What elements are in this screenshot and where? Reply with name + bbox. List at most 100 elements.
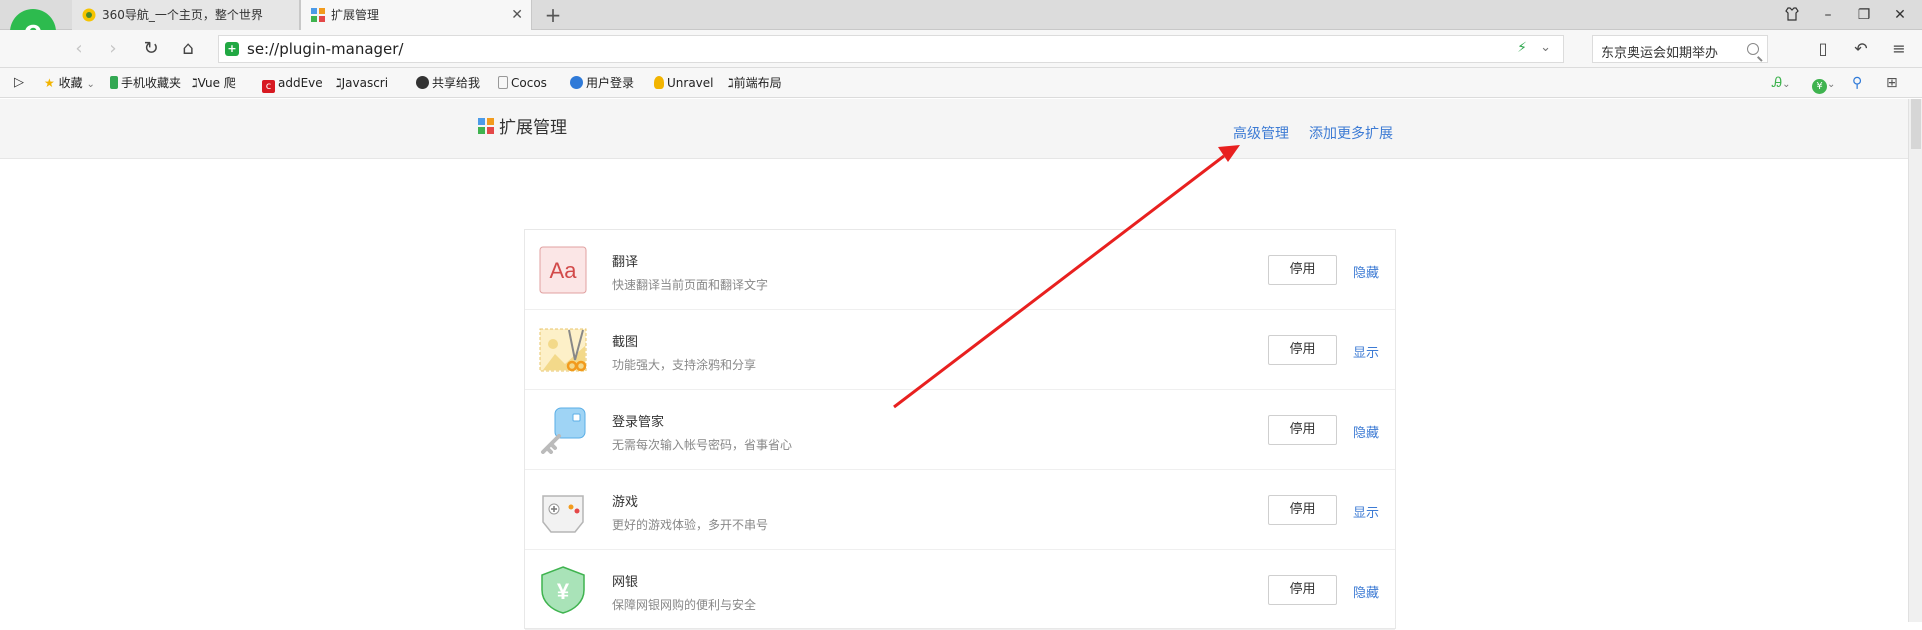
- bookmark-label: 前端布局: [733, 76, 782, 90]
- search-ext-icon[interactable]: ⚲: [1852, 68, 1862, 98]
- extension-row-login-manager: 登录管家 无需每次输入帐号密码，省事省心 停用 隐藏: [525, 390, 1395, 470]
- translate-ext-icon[interactable]: Ꭿ⌄: [1772, 68, 1791, 98]
- home-icon[interactable]: ⌂: [173, 30, 203, 68]
- shield-yen-icon: ¥: [541, 566, 585, 614]
- vertical-scrollbar[interactable]: [1908, 99, 1922, 622]
- page-title: 扩展管理: [499, 118, 567, 138]
- apps-grid-icon[interactable]: ⊞: [1886, 68, 1898, 98]
- bulb-icon: [654, 76, 664, 89]
- disable-button[interactable]: 停用: [1268, 575, 1337, 605]
- bookmark-label: Javascri: [341, 76, 389, 90]
- bookmark-label: 手机收藏夹: [121, 76, 182, 90]
- extension-name: 网银: [612, 575, 639, 590]
- toggle-visibility-link[interactable]: 显示: [1353, 342, 1379, 361]
- bookmark-vue[interactable]: ℷVue 爬: [192, 68, 236, 98]
- bookmark-addeve[interactable]: c addEve: [262, 68, 323, 98]
- disable-button[interactable]: 停用: [1268, 335, 1337, 365]
- menu-icon[interactable]: ≡: [1884, 30, 1914, 68]
- close-tab-icon[interactable]: ✕: [511, 0, 523, 30]
- extension-grid-icon: [311, 8, 325, 22]
- search-icon[interactable]: [1747, 43, 1759, 55]
- extension-description: 无需每次输入帐号密码，省事省心: [612, 438, 793, 452]
- extension-description: 更好的游戏体验，多开不串号: [612, 518, 769, 532]
- extension-row-online-banking: ¥ 网银 保障网银网购的便利与安全 停用 隐藏: [525, 550, 1395, 630]
- add-more-extensions-link[interactable]: 添加更多扩展: [1309, 123, 1393, 143]
- search-query[interactable]: 东京奥运会如期举办: [1601, 42, 1718, 61]
- toggle-visibility-link[interactable]: 隐藏: [1353, 262, 1379, 281]
- extension-description: 保障网银网购的便利与安全: [612, 598, 757, 612]
- new-tab-button[interactable]: +: [540, 0, 566, 30]
- bookmark-label: Cocos: [511, 76, 547, 90]
- bookmark-label: 收藏: [58, 76, 83, 90]
- bookmark-mobile[interactable]: 手机收藏夹: [110, 68, 181, 98]
- advanced-manage-link[interactable]: 高级管理: [1233, 123, 1289, 143]
- wallet-ext-icon[interactable]: ¥ ⌄: [1812, 68, 1835, 98]
- bookmark-label: 用户登录: [586, 76, 635, 90]
- tab-title: 360导航_一个主页，整个世界: [102, 8, 263, 22]
- restore-icon[interactable]: ❐: [1846, 0, 1882, 30]
- extension-list: Aa 翻译 快速翻译当前页面和翻译文字 停用 隐藏 截图 功能强大，支持涂鸦和分…: [524, 229, 1396, 630]
- chevron-down-icon: ⌄: [86, 79, 95, 90]
- extension-name: 游戏: [612, 495, 639, 510]
- bookmark-javascript[interactable]: ℷJavascri: [336, 68, 388, 98]
- tab-extension-manager[interactable]: 扩展管理 ✕: [300, 0, 532, 31]
- phone-icon: [110, 76, 118, 89]
- bookmark-label: Unravel: [667, 76, 714, 90]
- refresh-icon[interactable]: ↻: [136, 30, 166, 68]
- url-field[interactable]: + se://plugin-manager/ ⚡ ⌄: [218, 35, 1564, 63]
- search-field[interactable]: 东京奥运会如期举办: [1592, 35, 1768, 63]
- translate-icon: Aa: [539, 246, 587, 294]
- mobile-sync-icon[interactable]: ▯: [1808, 30, 1838, 68]
- globe-icon: [570, 76, 583, 89]
- speed-mode-icon[interactable]: ⚡: [1517, 40, 1527, 56]
- disable-button[interactable]: 停用: [1268, 495, 1337, 525]
- back-icon[interactable]: ‹: [64, 30, 94, 68]
- scrollbar-thumb[interactable]: [1911, 99, 1921, 149]
- bookmark-user-login[interactable]: 用户登录: [570, 68, 634, 98]
- svg-text:¥: ¥: [557, 579, 570, 604]
- tab-360-nav[interactable]: 360导航_一个主页，整个世界: [72, 0, 300, 30]
- toggle-visibility-link[interactable]: 隐藏: [1353, 422, 1379, 441]
- url-text[interactable]: se://plugin-manager/: [247, 40, 403, 58]
- tab-strip: e 360导航_一个主页，整个世界 扩展管理 ✕ + – ❐ ✕: [0, 0, 1922, 62]
- page-header: 扩展管理 高级管理 添加更多扩展: [0, 99, 1908, 159]
- extension-description: 快速翻译当前页面和翻译文字: [612, 278, 769, 292]
- extension-row-translate: Aa 翻译 快速翻译当前页面和翻译文字 停用 隐藏: [525, 230, 1395, 310]
- star-icon: ★: [44, 76, 55, 90]
- toggle-visibility-link[interactable]: 显示: [1353, 502, 1379, 521]
- 360-nav-icon: [82, 8, 96, 22]
- extension-row-screenshot: 截图 功能强大，支持涂鸦和分享 停用 显示: [525, 310, 1395, 390]
- undo-icon[interactable]: ↶: [1846, 30, 1876, 68]
- bookmark-label: Vue 爬: [197, 76, 236, 90]
- toggle-visibility-link[interactable]: 隐藏: [1353, 582, 1379, 601]
- extension-name: 截图: [612, 335, 639, 350]
- minimize-icon[interactable]: –: [1810, 0, 1846, 30]
- forward-icon[interactable]: ›: [98, 30, 128, 68]
- secure-shield-icon: +: [225, 42, 239, 56]
- page-icon: [498, 76, 508, 89]
- extension-name: 登录管家: [612, 415, 665, 430]
- extension-row-games: 游戏 更好的游戏体验，多开不串号 停用 显示: [525, 470, 1395, 550]
- screenshot-icon: [539, 328, 587, 372]
- extension-name: 翻译: [612, 255, 639, 270]
- skin-icon[interactable]: [1774, 0, 1810, 30]
- bookmark-label: addEve: [278, 76, 323, 90]
- url-dropdown-icon[interactable]: ⌄: [1540, 40, 1551, 55]
- bookmark-label: 共享给我: [432, 76, 481, 90]
- key-icon: [541, 407, 586, 454]
- bookmark-shared[interactable]: 共享给我: [416, 68, 480, 98]
- address-bar: ‹ › ↻ ⌂ + se://plugin-manager/ ⚡ ⌄ 东京奥运会…: [0, 30, 1922, 68]
- share-icon: [416, 76, 429, 89]
- bookmark-frontend-layout[interactable]: ℷ前端布局: [728, 68, 782, 98]
- gamepad-icon: [542, 495, 584, 533]
- svg-text:Aa: Aa: [550, 258, 578, 283]
- bookmark-favorites[interactable]: ★ 收藏 ⌄: [44, 68, 95, 98]
- bookmarks-bar: ▷ ★ 收藏 ⌄ 手机收藏夹 ℷVue 爬 c addEve ℷJavascri …: [0, 68, 1922, 98]
- c-icon: c: [262, 80, 275, 93]
- bookmark-unravel[interactable]: Unravel: [654, 68, 714, 98]
- bookmark-cocos[interactable]: Cocos: [498, 68, 547, 98]
- disable-button[interactable]: 停用: [1268, 255, 1337, 285]
- close-window-icon[interactable]: ✕: [1882, 0, 1918, 30]
- disable-button[interactable]: 停用: [1268, 415, 1337, 445]
- sidebar-toggle-icon[interactable]: ▷: [14, 68, 24, 98]
